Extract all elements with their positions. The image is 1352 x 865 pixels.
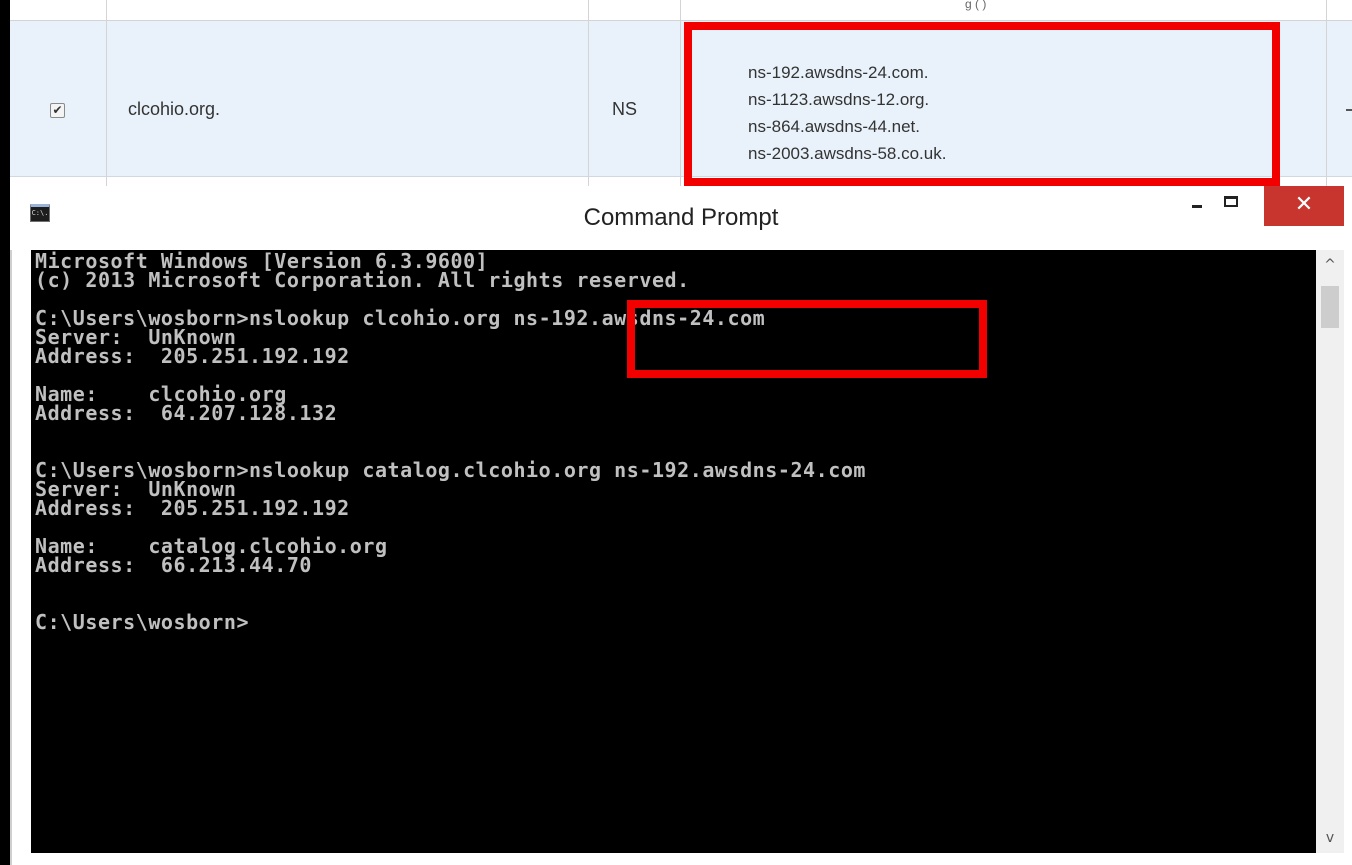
highlight-box-ns-values (684, 22, 1280, 186)
row-checkbox[interactable]: ✔ (50, 103, 65, 118)
command-prompt-window: C:\. Command Prompt ✕ Microsoft Windows … (10, 186, 1352, 865)
console-line: Address: 66.213.44.70 (35, 553, 313, 577)
record-ttl-fragment (1346, 109, 1352, 111)
console-line: Address: 205.251.192.192 (35, 496, 350, 520)
vertical-scrollbar[interactable]: ^ v (1316, 250, 1344, 853)
column-divider (106, 0, 107, 186)
close-button[interactable]: ✕ (1264, 186, 1344, 226)
minimize-icon (1192, 205, 1202, 208)
highlight-box-nameserver (627, 300, 987, 378)
scroll-up-icon[interactable]: ^ (1316, 250, 1344, 280)
console-line: C:\Users\wosborn> (35, 610, 250, 634)
scroll-thumb[interactable] (1321, 286, 1339, 328)
maximize-button[interactable] (1212, 186, 1252, 222)
dns-record-table: g ( ) ✔ clcohio.org. NS ns-192.awsdns-24… (10, 0, 1352, 186)
maximize-icon (1224, 196, 1238, 207)
column-divider (1326, 0, 1327, 186)
console-line: Address: 205.251.192.192 (35, 344, 350, 368)
window-border (10, 186, 12, 865)
record-type: NS (612, 99, 638, 119)
table-row-previous: g ( ) (10, 0, 1352, 21)
minimize-button[interactable] (1184, 186, 1212, 222)
column-divider (680, 0, 681, 186)
scroll-down-icon[interactable]: v (1316, 823, 1344, 853)
record-name: clcohio.org. (128, 99, 221, 119)
previous-row-text: g ( ) (965, 0, 987, 11)
title-bar[interactable]: C:\. Command Prompt ✕ (10, 186, 1352, 250)
console-line: Address: 64.207.128.132 (35, 401, 338, 425)
window-title: Command Prompt (583, 204, 779, 231)
column-divider (588, 0, 589, 186)
console-line: (c) 2013 Microsoft Corporation. All righ… (35, 268, 690, 292)
